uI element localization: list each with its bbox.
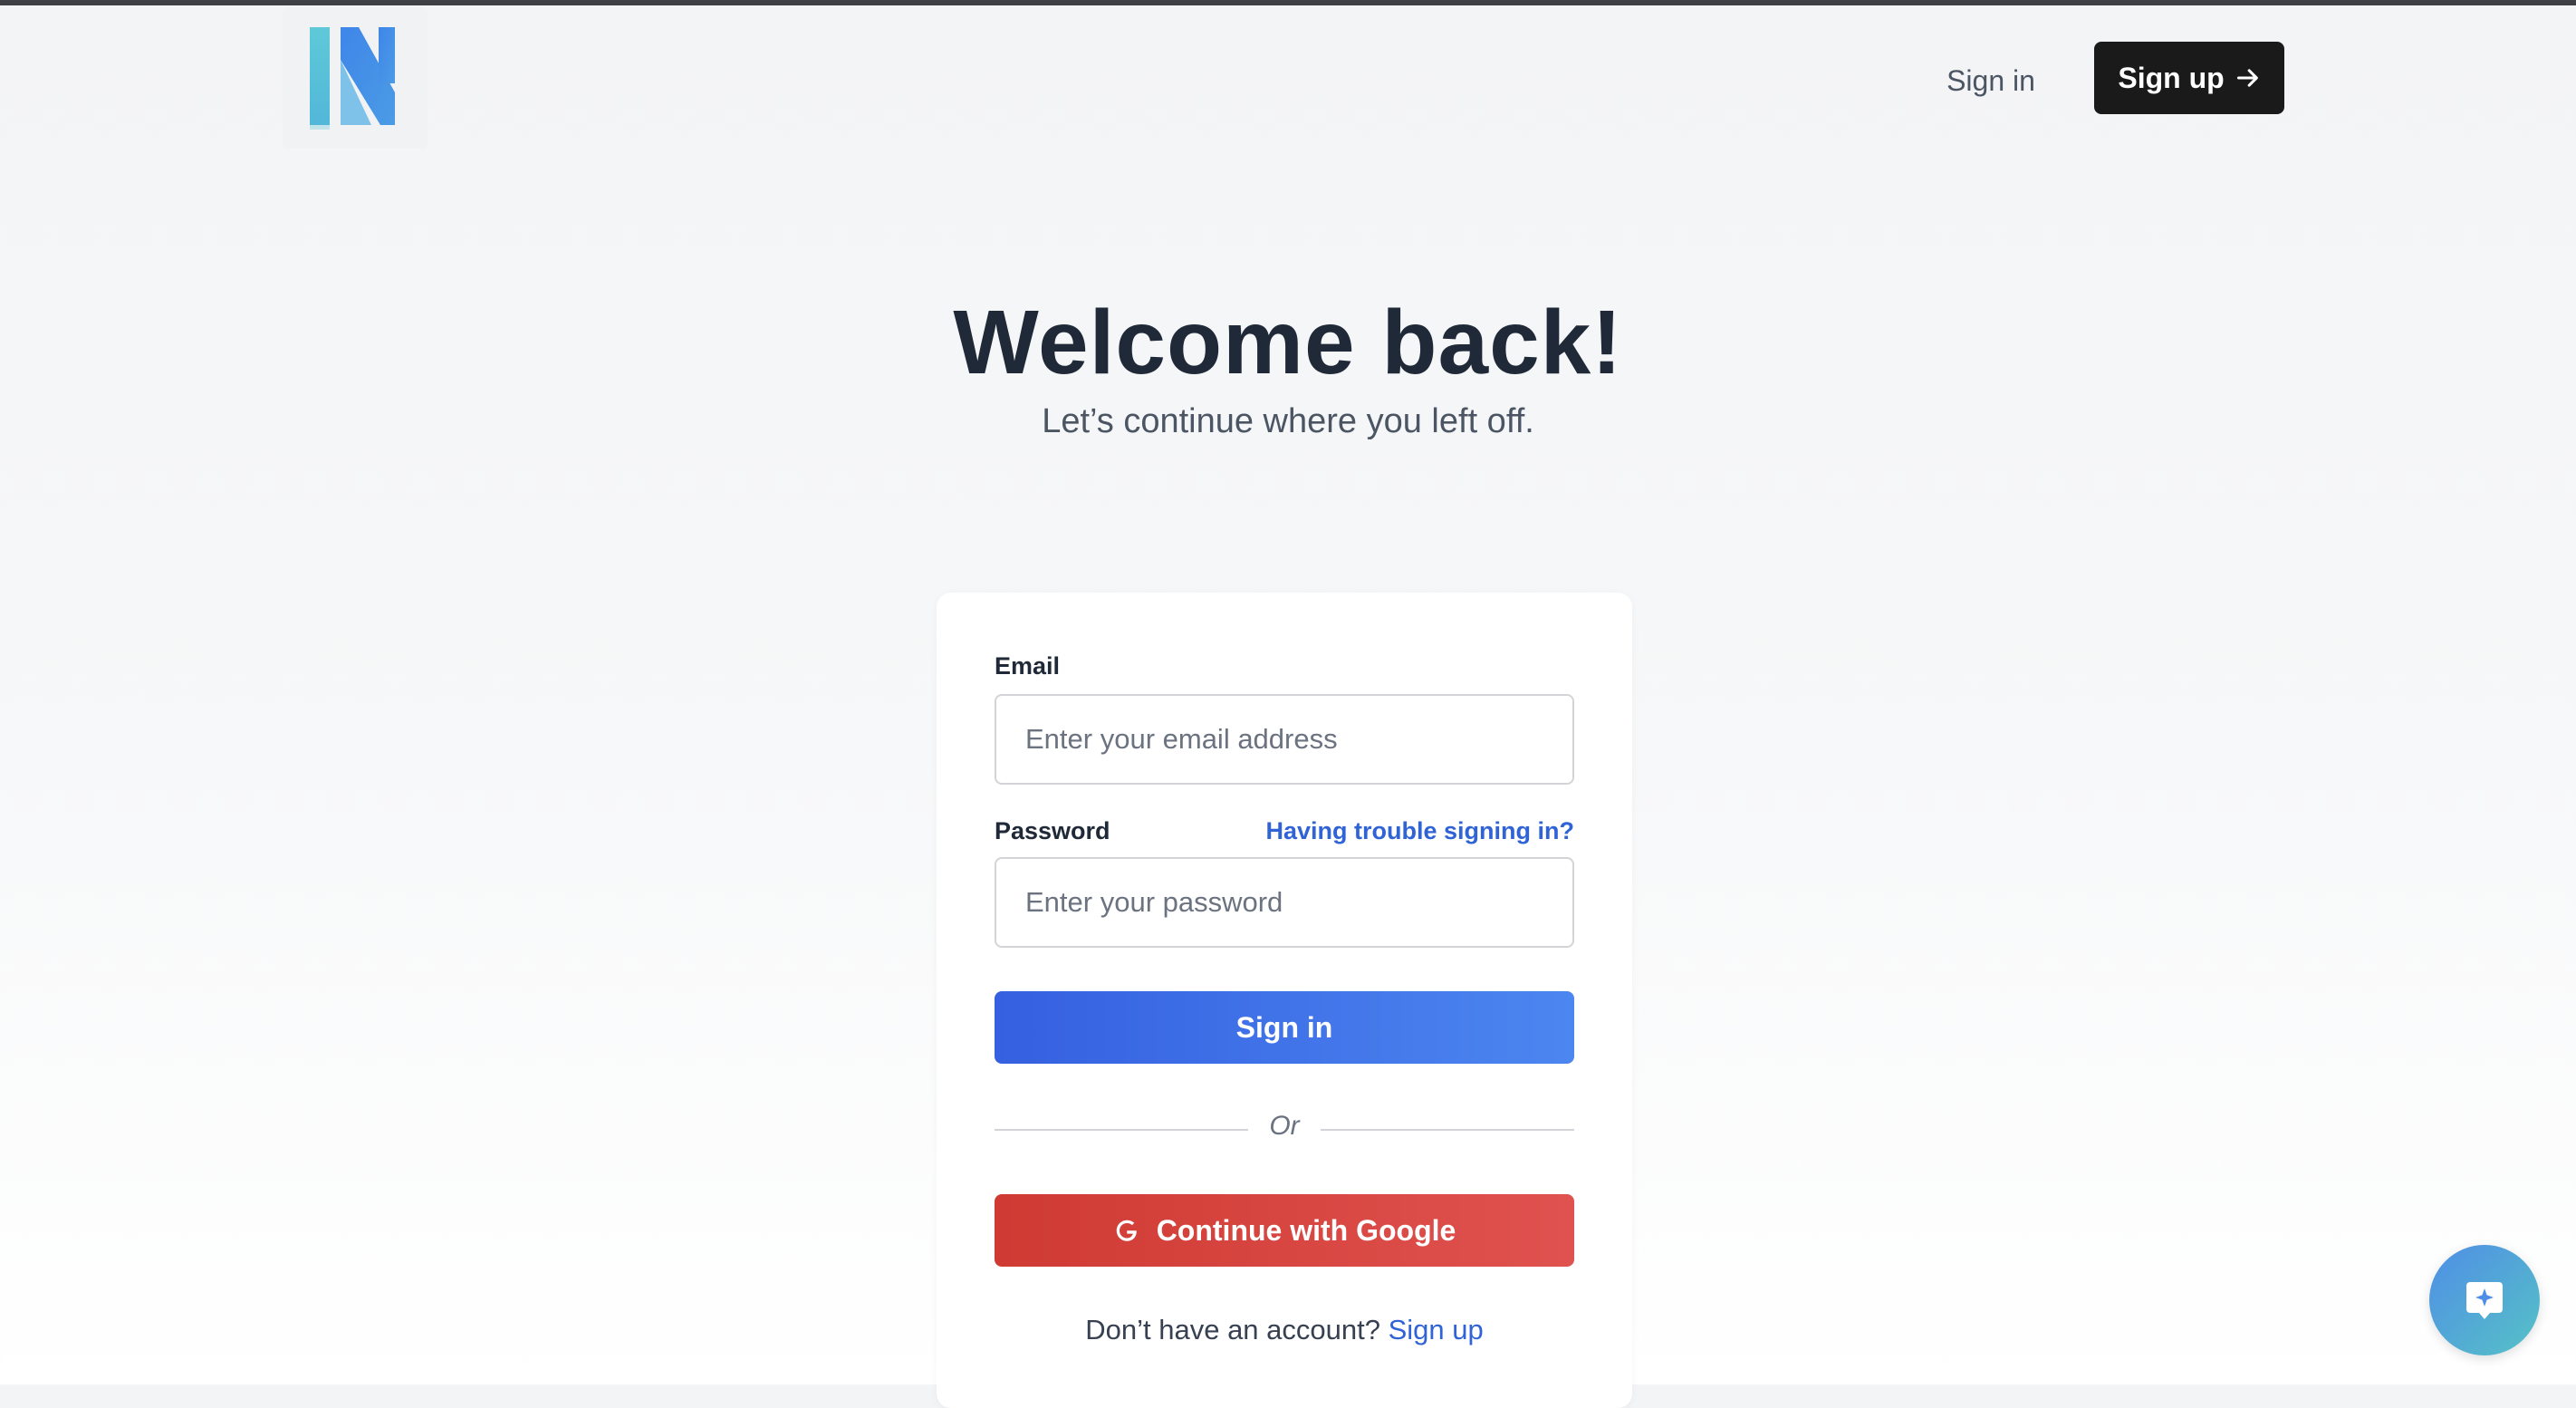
- footer-sign-up-link[interactable]: Sign up: [1389, 1314, 1484, 1345]
- page-title: Welcome back!: [953, 292, 1623, 393]
- divider-right: [1321, 1129, 1574, 1131]
- nav-sign-in-link[interactable]: Sign in: [1920, 49, 2062, 112]
- help-chat-icon: [2466, 1282, 2503, 1319]
- login-card: Email Password Having trouble signing in…: [937, 593, 1632, 1408]
- sign-in-button-label: Sign in: [1235, 1010, 1333, 1044]
- logo[interactable]: [283, 7, 428, 149]
- sign-in-button[interactable]: Sign in: [995, 991, 1574, 1064]
- nav-sign-in-label: Sign in: [1946, 63, 2035, 97]
- password-field[interactable]: [995, 857, 1574, 948]
- divider-or-text: Or: [1269, 1111, 1300, 1141]
- google-icon: [1116, 1220, 1137, 1241]
- arrow-right-icon: [2236, 69, 2258, 87]
- email-label: Email: [995, 652, 1061, 680]
- password-label: Password: [995, 817, 1110, 844]
- google-button-label: Continue with Google: [1156, 1213, 1456, 1247]
- email-field[interactable]: [995, 694, 1574, 785]
- continue-with-google-button[interactable]: Continue with Google: [995, 1194, 1574, 1267]
- signup-prompt: Don’t have an account? Sign up: [995, 1314, 1574, 1346]
- help-chat-button[interactable]: [2429, 1245, 2540, 1355]
- trouble-signing-in-link[interactable]: Having trouble signing in?: [1266, 817, 1575, 845]
- top-border: [0, 0, 2576, 5]
- k-logo-icon: [310, 27, 395, 130]
- nav-sign-up-button[interactable]: Sign up: [2094, 42, 2284, 114]
- nav-sign-up-label: Sign up: [2118, 61, 2225, 94]
- signup-prompt-text: Don’t have an account?: [1085, 1314, 1380, 1345]
- page-subtitle: Let’s continue where you left off.: [1042, 402, 1534, 440]
